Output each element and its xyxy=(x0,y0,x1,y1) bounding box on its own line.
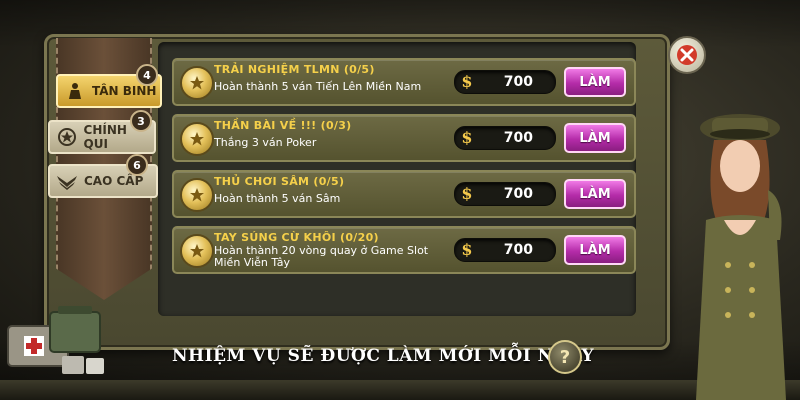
dollar-icon: $ xyxy=(461,128,473,147)
close-icon xyxy=(677,45,697,65)
quest-row: THỦ CHƠI SÂM (0/5) Hoàn thành 5 ván Sâm … xyxy=(172,170,636,218)
star-wreath-icon xyxy=(56,126,78,148)
do-quest-button[interactable]: LÀM xyxy=(564,235,626,265)
reward-box: $ 700 xyxy=(454,182,556,206)
quest-title: THỦ CHƠI SÂM (0/5) xyxy=(214,175,345,188)
do-quest-button[interactable]: LÀM xyxy=(564,123,626,153)
medal-icon xyxy=(180,122,214,156)
quest-description: Hoàn thành 5 ván Sâm xyxy=(214,192,341,205)
reward-box: $ 700 xyxy=(454,126,556,150)
dollar-icon: $ xyxy=(461,72,473,91)
reward-box: $ 700 xyxy=(454,70,556,94)
wings-icon xyxy=(56,170,78,192)
soldier-icon xyxy=(64,80,86,102)
medal-icon xyxy=(180,178,214,212)
quest-description: Thắng 3 ván Poker xyxy=(214,136,317,149)
dollar-icon: $ xyxy=(461,184,473,203)
do-quest-button[interactable]: LÀM xyxy=(564,67,626,97)
quest-title: TAY SÚNG CỪ KHÔI (0/20) xyxy=(214,231,379,244)
dollar-icon: $ xyxy=(461,240,473,259)
reward-value: 700 xyxy=(503,186,533,202)
tab-badge: 3 xyxy=(130,110,152,132)
reward-value: 700 xyxy=(503,130,533,146)
quest-description: Hoàn thành 5 ván Tiến Lên Miền Nam xyxy=(214,80,422,93)
tab-badge: 6 xyxy=(126,154,148,176)
medal-icon xyxy=(180,66,214,100)
daily-refresh-notice: NHIỆM VỤ SẼ ĐƯỢC LÀM MỚI MỖI NGÀY xyxy=(172,346,595,366)
tab-label: CAO CẤP xyxy=(84,174,144,188)
reward-box: $ 700 xyxy=(454,238,556,262)
quest-description-line2: Miền Viễn Tây xyxy=(214,256,291,269)
tab-label: TÂN BINH xyxy=(92,84,157,98)
quest-row: TRẢI NGHIỆM TLMN (0/5) Hoàn thành 5 ván … xyxy=(172,58,636,106)
reward-value: 700 xyxy=(503,74,533,90)
quest-title: THẦN BÀI VỀ !!! (0/3) xyxy=(214,119,352,132)
officer-character-illustration xyxy=(696,114,786,400)
quest-title: TRẢI NGHIỆM TLMN (0/5) xyxy=(214,63,375,76)
do-quest-button[interactable]: LÀM xyxy=(564,179,626,209)
quest-row: TAY SÚNG CỪ KHÔI (0/20) Hoàn thành 20 vò… xyxy=(172,226,636,274)
medical-kit-illustration xyxy=(7,306,104,374)
quest-row: THẦN BÀI VỀ !!! (0/3) Thắng 3 ván Poker … xyxy=(172,114,636,162)
reward-value: 700 xyxy=(503,242,533,258)
tab-badge: 4 xyxy=(136,64,158,86)
medal-icon xyxy=(180,234,214,268)
close-button[interactable] xyxy=(668,36,706,74)
help-button[interactable]: ? xyxy=(548,340,582,374)
